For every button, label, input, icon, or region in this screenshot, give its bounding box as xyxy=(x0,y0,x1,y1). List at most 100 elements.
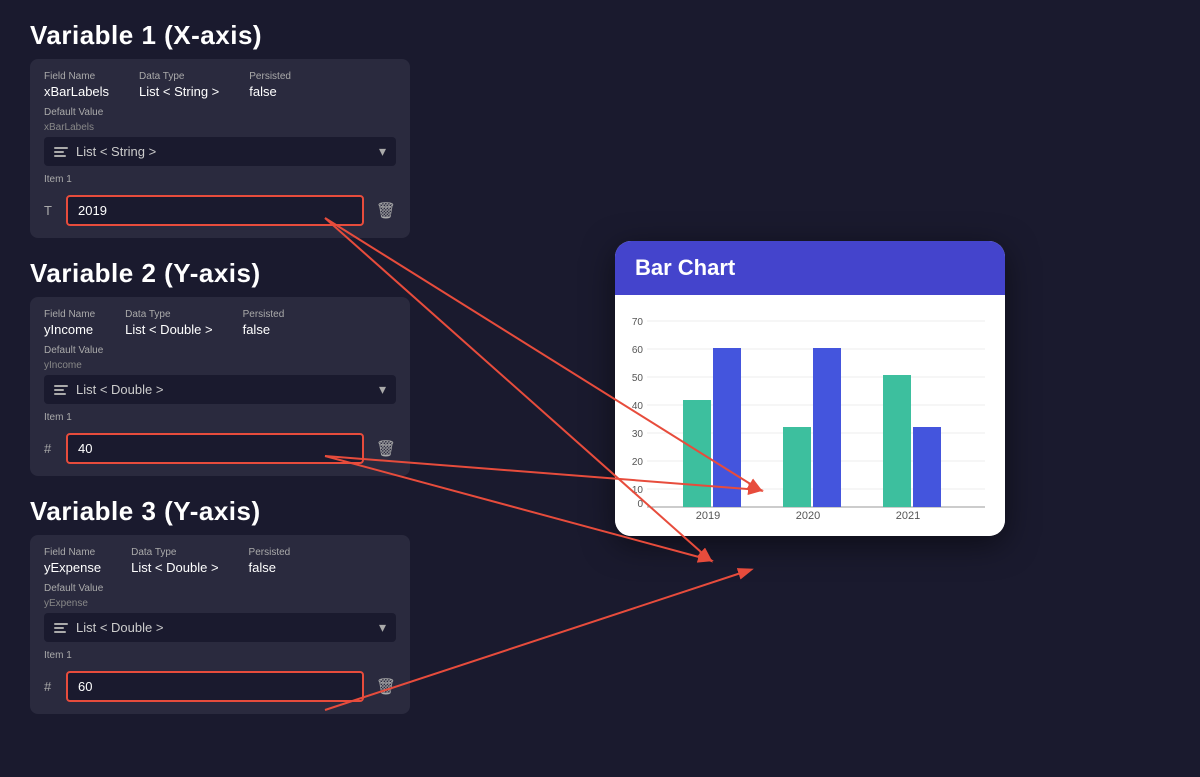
variable-card-1: Field Name xBarLabels Data Type List < Stri… xyxy=(30,59,410,238)
bar-2020-income xyxy=(783,427,811,507)
svg-text:2019: 2019 xyxy=(696,510,720,521)
variable-section-1: Variable 1 (X-axis)Field NamexBarLabelsD… xyxy=(30,20,410,238)
variable-section-3: Variable 3 (Y-axis) Field Name yExpense Dat… xyxy=(30,496,410,714)
svg-text:50: 50 xyxy=(632,373,644,384)
bar-2021-expense xyxy=(913,427,941,507)
default-value-section-2: Default ValueyIncomeList < Double >▾ xyxy=(44,345,396,404)
field-row-2: Field Name yIncome Data Type List < Double … xyxy=(44,309,396,337)
field-label-2-2: Persisted xyxy=(243,309,285,320)
right-panel: Bar Chart 70 60 50 40 30 20 10 0 xyxy=(450,20,1170,757)
bar-2020-expense xyxy=(813,348,841,507)
item-row-2: #🗑 xyxy=(44,433,396,464)
svg-text:70: 70 xyxy=(632,317,644,328)
variable-card-3: Field Name yExpense Data Type List < Double… xyxy=(30,535,410,714)
chart-title: Bar Chart xyxy=(635,255,735,280)
field-group-2-1: Data Type List < Double > xyxy=(125,309,212,337)
svg-text:40: 40 xyxy=(632,401,644,412)
field-group-2-2: Persisted false xyxy=(243,309,285,337)
field-label-1-1: Data Type xyxy=(139,71,219,82)
svg-text:60: 60 xyxy=(632,345,644,356)
default-value-label-3: Default Value xyxy=(44,583,396,594)
field-value-2-0: yIncome xyxy=(44,322,95,337)
dropdown-text-2: List < Double > xyxy=(76,382,163,397)
field-row-1: Field Name xBarLabels Data Type List < Stri… xyxy=(44,71,396,99)
field-group-1-0: Field Name xBarLabels xyxy=(44,71,109,99)
default-value-label-2: Default Value xyxy=(44,345,396,356)
default-value-section-1: Default Value xBarLabels List < String > ▾ xyxy=(44,107,396,166)
field-label-3-0: Field Name xyxy=(44,547,101,558)
bar-2021-income xyxy=(883,375,911,507)
item-label-1: Item 1 xyxy=(44,174,396,185)
field-label-2-0: Field Name xyxy=(44,309,95,320)
default-value-label-1: Default Value xyxy=(44,107,396,118)
svg-text:20: 20 xyxy=(632,457,644,468)
dropdown-2[interactable]: List < Double > ▾ xyxy=(44,375,396,404)
trash-icon-2[interactable]: 🗑 xyxy=(376,439,396,459)
default-value-sublabel-1: xBarLabels xyxy=(44,122,396,133)
item-input-3[interactable] xyxy=(66,671,364,702)
chart-body: 70 60 50 40 30 20 10 0 xyxy=(615,295,1005,536)
chart-card: Bar Chart 70 60 50 40 30 20 10 0 xyxy=(615,241,1005,536)
variable-title-1: Variable 1 (X-axis) xyxy=(30,20,410,51)
item-prefix-1: T xyxy=(44,203,58,218)
field-label-3-2: Persisted xyxy=(249,547,291,558)
left-panel: Variable 1 (X-axis)Field NamexBarLabelsD… xyxy=(30,20,410,757)
trash-icon-1[interactable]: 🗑 xyxy=(376,201,396,221)
field-group-3-0: Field Name yExpense xyxy=(44,547,101,575)
field-label-3-1: Data Type xyxy=(131,547,218,558)
bar-2019-income xyxy=(683,400,711,507)
item-input-2[interactable] xyxy=(66,433,364,464)
dropdown-left-3: List < Double > xyxy=(54,620,163,635)
svg-text:2021: 2021 xyxy=(896,510,920,521)
svg-text:0: 0 xyxy=(637,499,643,510)
field-value-3-2: false xyxy=(249,560,291,575)
field-value-2-2: false xyxy=(243,322,285,337)
variable-card-2: Field Name yIncome Data Type List < Double … xyxy=(30,297,410,476)
item-row-1: T🗑 xyxy=(44,195,396,226)
item-input-1[interactable] xyxy=(66,195,364,226)
trash-icon-3[interactable]: 🗑 xyxy=(376,677,396,697)
field-group-3-1: Data Type List < Double > xyxy=(131,547,218,575)
item-label-2: Item 1 xyxy=(44,412,396,423)
default-value-section-3: Default Value yExpense List < Double > ▾ xyxy=(44,583,396,642)
svg-text:10: 10 xyxy=(632,485,644,496)
chevron-icon-3: ▾ xyxy=(379,619,386,636)
dropdown-3[interactable]: List < Double > ▾ xyxy=(44,613,396,642)
svg-text:30: 30 xyxy=(632,429,644,440)
field-group-2-0: Field Name yIncome xyxy=(44,309,95,337)
field-group-3-2: Persisted false xyxy=(249,547,291,575)
item-prefix-3: # xyxy=(44,679,58,694)
field-label-2-1: Data Type xyxy=(125,309,212,320)
dropdown-text-3: List < Double > xyxy=(76,620,163,635)
item-input-wrap-3 xyxy=(66,671,364,702)
field-value-1-2: false xyxy=(249,84,291,99)
variable-section-2: Variable 2 (Y-axis) Field Name yIncome Data… xyxy=(30,258,410,476)
default-value-sublabel-3: yExpense xyxy=(44,598,396,609)
item-input-wrap-1 xyxy=(66,195,364,226)
svg-text:2020: 2020 xyxy=(796,510,820,521)
field-label-1-2: Persisted xyxy=(249,71,291,82)
bar-2019-expense xyxy=(713,348,741,507)
item-input-wrap-2 xyxy=(66,433,364,464)
field-value-3-0: yExpense xyxy=(44,560,101,575)
dropdown-left-1: List < String > xyxy=(54,144,156,159)
main-layout: Variable 1 (X-axis)Field NamexBarLabelsD… xyxy=(0,0,1200,777)
dropdown-1[interactable]: List < String > ▾ xyxy=(44,137,396,166)
list-bars-icon-1 xyxy=(54,147,68,157)
chevron-icon-1: ▾ xyxy=(379,143,386,160)
field-group-1-1: Data Type List < String > xyxy=(139,71,219,99)
list-bars-icon-2 xyxy=(54,385,68,395)
field-label-1-0: Field Name xyxy=(44,71,109,82)
variable-title-2: Variable 2 (Y-axis) xyxy=(30,258,410,289)
field-value-2-1: List < Double > xyxy=(125,322,212,337)
chevron-icon-2: ▾ xyxy=(379,381,386,398)
item-prefix-2: # xyxy=(44,441,58,456)
field-value-3-1: List < Double > xyxy=(131,560,218,575)
field-row-3: Field Name yExpense Data Type List < Double… xyxy=(44,547,396,575)
field-group-1-2: Persisted false xyxy=(249,71,291,99)
variable-title-3: Variable 3 (Y-axis) xyxy=(30,496,410,527)
item-row-3: #🗑 xyxy=(44,671,396,702)
dropdown-left-2: List < Double > xyxy=(54,382,163,397)
field-value-1-1: List < String > xyxy=(139,84,219,99)
field-value-1-0: xBarLabels xyxy=(44,84,109,99)
